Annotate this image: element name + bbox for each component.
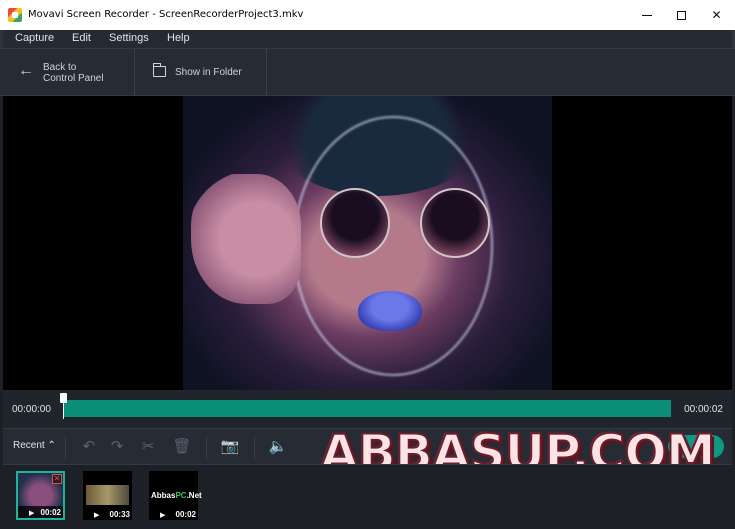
divider xyxy=(254,437,255,459)
timeline: 00:00:00 00:00:02 xyxy=(3,390,732,428)
camera-icon[interactable]: 📷 xyxy=(220,437,240,457)
arrow-left-icon: ← xyxy=(18,62,34,79)
recording-thumbnail[interactable]: ✕ ▶ 00:02 xyxy=(16,471,65,520)
recording-thumbnail[interactable]: ▶ 00:33 xyxy=(83,471,132,520)
maximize-icon xyxy=(677,11,686,21)
close-button[interactable]: ✕ xyxy=(700,0,733,30)
back-to-control-panel-button[interactable]: ← Back to Control Panel xyxy=(0,49,135,96)
menu-help[interactable]: Help xyxy=(167,32,190,44)
maximize-button[interactable] xyxy=(665,0,698,30)
recent-dropdown[interactable]: Recent ⌃ xyxy=(13,440,56,451)
back-label: Back to Control Panel xyxy=(43,62,104,84)
thumbnail-duration: 00:02 xyxy=(40,508,61,517)
show-in-folder-label: Show in Folder xyxy=(175,67,242,78)
video-frame xyxy=(183,96,552,390)
play-icon: ▶ xyxy=(29,510,35,517)
thumbnail-image xyxy=(86,485,129,505)
play-icon: ▶ xyxy=(94,512,100,519)
frame-lips xyxy=(358,291,422,331)
divider xyxy=(65,437,66,459)
timeline-track[interactable] xyxy=(63,400,671,417)
delete-icon[interactable]: 🗑 xyxy=(172,437,192,457)
menu-edit[interactable]: Edit xyxy=(72,32,91,44)
thumbnail-logo-accent: PC xyxy=(175,491,187,500)
window-title: Movavi Screen Recorder - ScreenRecorderP… xyxy=(28,9,304,20)
total-time: 00:00:02 xyxy=(684,404,723,415)
show-in-folder-button[interactable]: Show in Folder xyxy=(135,49,267,96)
frame-sunglasses-left xyxy=(320,188,390,258)
video-preview xyxy=(3,96,732,390)
close-icon[interactable]: ✕ xyxy=(52,474,62,484)
playhead-handle[interactable] xyxy=(60,393,67,419)
title-bar: Movavi Screen Recorder - ScreenRecorderP… xyxy=(0,0,735,30)
app-logo-icon xyxy=(8,8,22,22)
minimize-button[interactable] xyxy=(630,0,663,30)
current-time: 00:00:00 xyxy=(12,404,51,415)
play-icon: ▶ xyxy=(160,512,166,519)
menu-bar: Capture Edit Settings Help xyxy=(0,30,735,48)
volume-icon[interactable]: 🔈 xyxy=(268,437,288,457)
thumbnail-logo-suffix: .Net xyxy=(186,491,202,500)
undo-icon[interactable]: ↶ xyxy=(79,437,99,457)
chevron-up-icon: ⌃ xyxy=(47,440,56,451)
toolbar: ← Back to Control Panel Show in Folder xyxy=(0,48,735,96)
thumbnail-logo-text: Abbas xyxy=(151,491,176,500)
recording-thumbnail[interactable]: AbbasPC.Net ▶ 00:02 xyxy=(149,471,202,520)
thumbnail-logo: AbbasPC.Net xyxy=(151,491,202,500)
thumbnail-duration: 00:02 xyxy=(175,510,196,519)
frame-sunglasses-right xyxy=(420,188,490,258)
folder-icon xyxy=(153,63,166,77)
divider xyxy=(206,437,207,459)
minimize-icon xyxy=(641,15,652,17)
thumbnail-duration: 00:33 xyxy=(109,510,130,519)
redo-icon[interactable]: ↷ xyxy=(107,437,127,457)
frame-hand xyxy=(191,174,301,304)
menu-settings[interactable]: Settings xyxy=(109,32,149,44)
cut-icon[interactable]: ✂ xyxy=(138,437,158,457)
menu-capture[interactable]: Capture xyxy=(15,32,54,44)
recent-label: Recent xyxy=(13,440,45,451)
recent-recordings: ✕ ▶ 00:02 ▶ 00:33 AbbasPC.Net ▶ 00:02 xyxy=(3,464,732,526)
